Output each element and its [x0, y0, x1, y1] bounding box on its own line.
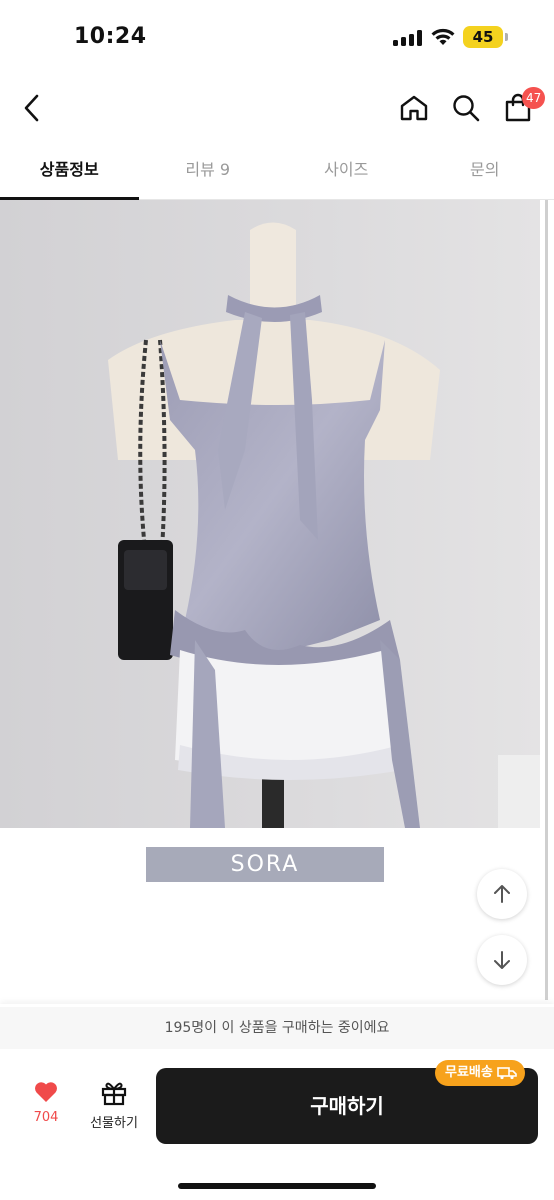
product-photo: [0, 200, 540, 828]
like-count: 704: [33, 1110, 59, 1125]
home-icon: [400, 95, 428, 121]
cart-count-badge: 47: [522, 87, 546, 109]
wifi-icon: [430, 27, 456, 47]
home-indicator: [178, 1183, 376, 1189]
home-button[interactable]: [396, 90, 432, 126]
product-tabs: 상품정보 리뷰 9 사이즈 문의: [0, 144, 554, 200]
arrow-down-icon: [494, 951, 510, 969]
tab-size[interactable]: 사이즈: [277, 144, 416, 199]
scrollbar-track: [545, 200, 548, 1000]
gift-button[interactable]: 선물하기: [82, 1080, 146, 1136]
tab-product-info[interactable]: 상품정보: [0, 144, 139, 200]
chevron-left-icon: [24, 94, 39, 122]
cellular-signal-icon: [393, 30, 423, 46]
truck-icon: [497, 1067, 517, 1080]
arrow-up-icon: [494, 885, 510, 903]
top-navigation: 47: [0, 72, 554, 144]
battery-icon: 45: [463, 26, 503, 48]
tab-inquiry[interactable]: 문의: [416, 144, 554, 199]
gift-label: 선물하기: [90, 1116, 138, 1131]
search-icon: [453, 95, 480, 122]
scroll-up-button[interactable]: [477, 869, 527, 919]
back-button[interactable]: [14, 90, 50, 126]
brand-banner: SORA: [146, 847, 384, 882]
scroll-down-button[interactable]: [477, 935, 527, 985]
purchase-notice: 195명이 이 상품을 구매하는 중이에요: [0, 1007, 554, 1049]
gift-icon: [101, 1082, 127, 1106]
free-shipping-label: 무료배송: [445, 1065, 493, 1080]
free-shipping-badge: 무료배송: [435, 1060, 525, 1086]
status-bar: 10:24 45: [0, 0, 554, 72]
search-button[interactable]: [448, 90, 484, 126]
like-button[interactable]: 704: [22, 1080, 70, 1136]
status-time: 10:24: [74, 24, 147, 49]
heart-icon: [35, 1082, 57, 1102]
tab-reviews[interactable]: 리뷰 9: [139, 144, 278, 199]
battery-cap: [505, 33, 508, 41]
